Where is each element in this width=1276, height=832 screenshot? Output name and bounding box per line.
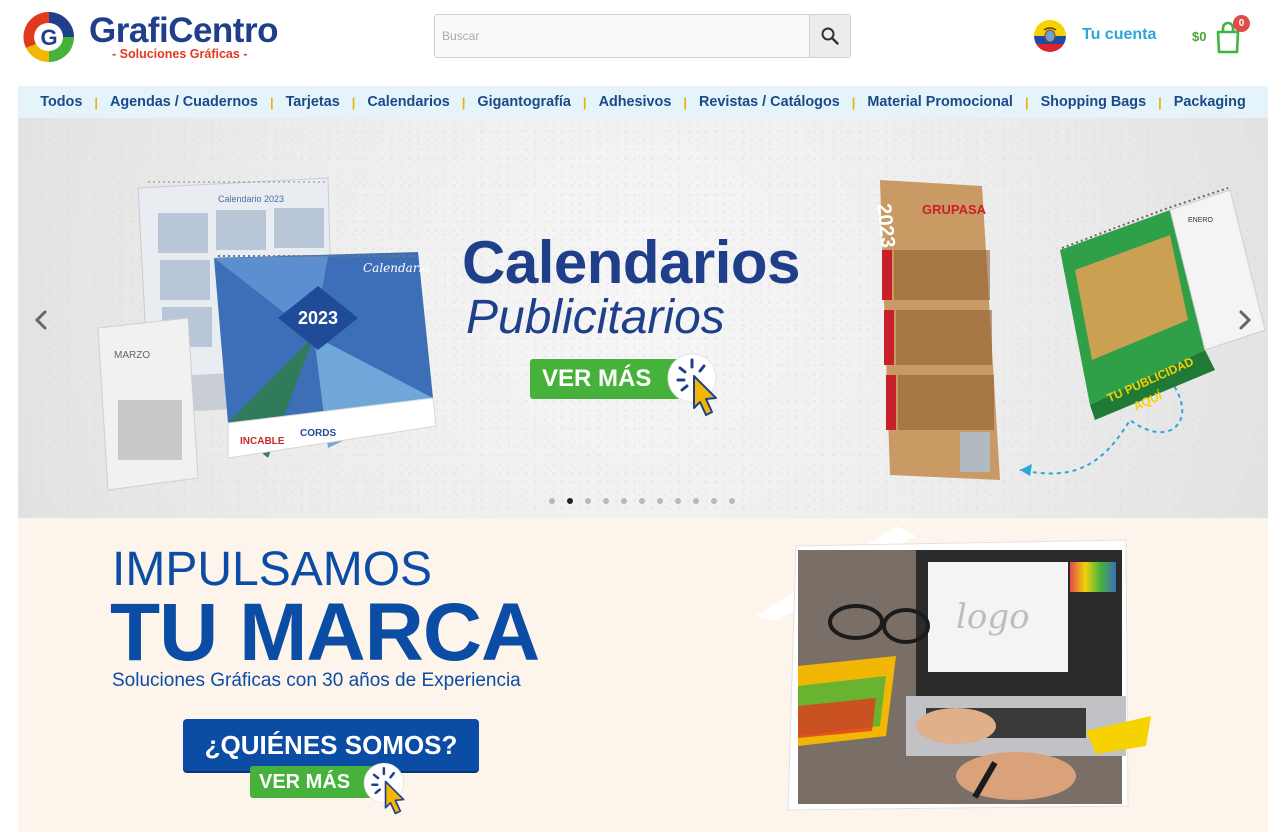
about-us-button[interactable]: ¿QUIÉNES SOMOS? (183, 719, 479, 771)
nav-separator: | (683, 94, 687, 110)
search-input[interactable] (435, 15, 810, 57)
search-icon (821, 27, 839, 45)
svg-text:Calendario 2023: Calendario 2023 (218, 194, 284, 204)
pointer-cursor-icon (363, 762, 405, 815)
nav-item-calendarios[interactable]: Calendarios (367, 94, 449, 110)
slider-dot-2[interactable] (567, 498, 573, 504)
logo-g-icon: G (22, 10, 76, 64)
slider-dot-5[interactable] (621, 498, 627, 504)
svg-text:logo: logo (956, 597, 1030, 637)
nav-item-adhesivos[interactable]: Adhesivos (599, 94, 672, 110)
account-link[interactable]: Tu cuenta (1082, 26, 1156, 44)
chevron-right-icon[interactable] (1231, 306, 1259, 334)
slider-dot-10[interactable] (711, 498, 717, 504)
nav-separator: | (851, 94, 856, 110)
slider-dot-4[interactable] (603, 498, 609, 504)
svg-text:MARZO: MARZO (114, 350, 150, 361)
svg-text:CORDS: CORDS (300, 428, 336, 439)
nav-separator: | (461, 94, 466, 110)
svg-text:2023: 2023 (298, 308, 338, 328)
nav-item-gigantografia[interactable]: Gigantografía (477, 94, 571, 110)
cart-count-badge: 0 (1233, 15, 1250, 32)
nav-item-packaging[interactable]: Packaging (1174, 94, 1246, 110)
svg-text:ENERO: ENERO (1188, 217, 1213, 224)
nav-item-shopping-bags[interactable]: Shopping Bags (1041, 94, 1147, 110)
about-ver-mas-button[interactable]: VER MÁS (250, 766, 374, 798)
nav-separator: | (94, 94, 98, 110)
cart-total[interactable]: $0 (1192, 29, 1206, 44)
search-button[interactable] (809, 15, 850, 57)
brand-banner: IMPULSAMOS TU MARCA Soluciones Gráficas … (18, 518, 1268, 832)
slider-dot-1[interactable] (549, 498, 555, 504)
site-logo[interactable]: G GrafiCentro - Soluciones Gráficas - (18, 8, 280, 66)
svg-text:INCABLE: INCABLE (240, 436, 285, 447)
hero-slider: Calendario 2023 MARZO 2023 Calendario IN… (18, 118, 1268, 518)
site-header: G GrafiCentro - Soluciones Gráficas - Tu… (0, 0, 1276, 86)
svg-text:G: G (40, 25, 57, 50)
slider-dot-7[interactable] (657, 498, 663, 504)
slider-pagination (549, 498, 735, 504)
slide-title: Calendarios (462, 229, 800, 296)
category-nav: Todos | Agendas / Cuadernos | Tarjetas |… (18, 86, 1268, 118)
nav-separator: | (582, 94, 587, 110)
ecuador-flag-icon[interactable] (1034, 20, 1066, 52)
nav-separator: | (1024, 94, 1029, 110)
nav-separator: | (1158, 94, 1162, 110)
slider-dot-3[interactable] (585, 498, 591, 504)
slider-dot-9[interactable] (693, 498, 699, 504)
svg-text:GRUPASA: GRUPASA (922, 202, 987, 217)
svg-text:Calendario: Calendario (363, 261, 430, 275)
wall-desk-calendars-image: 2023 GRUPASA TU PUBLICIDAD AQUÍ ENERO (872, 180, 1266, 480)
pointer-cursor-icon (667, 353, 717, 416)
brand-tagline: Soluciones Gráficas con 30 años de Exper… (112, 670, 521, 691)
nav-item-agendas[interactable]: Agendas / Cuadernos (110, 94, 258, 110)
nav-item-revistas[interactable]: Revistas / Catálogos (699, 94, 840, 110)
designer-laptop-photo: logo (756, 526, 1151, 811)
slider-dot-8[interactable] (675, 498, 681, 504)
chevron-left-icon[interactable] (27, 306, 55, 334)
nav-item-tarjetas[interactable]: Tarjetas (286, 94, 340, 110)
logo-title: GrafiCentro (89, 11, 278, 50)
slide-subtitle: Publicitarios (466, 291, 725, 344)
nav-item-todos[interactable]: Todos (40, 94, 82, 110)
svg-text:2023: 2023 (872, 202, 899, 249)
logo-subtitle: - Soluciones Gráficas - (112, 47, 248, 61)
desk-calendars-image: Calendario 2023 MARZO 2023 Calendario IN… (97, 177, 437, 491)
search-box (434, 14, 851, 58)
nav-separator: | (269, 94, 274, 110)
nav-separator: | (351, 94, 356, 110)
slider-dot-11[interactable] (729, 498, 735, 504)
slider-dot-6[interactable] (639, 498, 645, 504)
brand-headline-2: TU MARCA (110, 587, 540, 678)
nav-item-material-promocional[interactable]: Material Promocional (867, 94, 1013, 110)
